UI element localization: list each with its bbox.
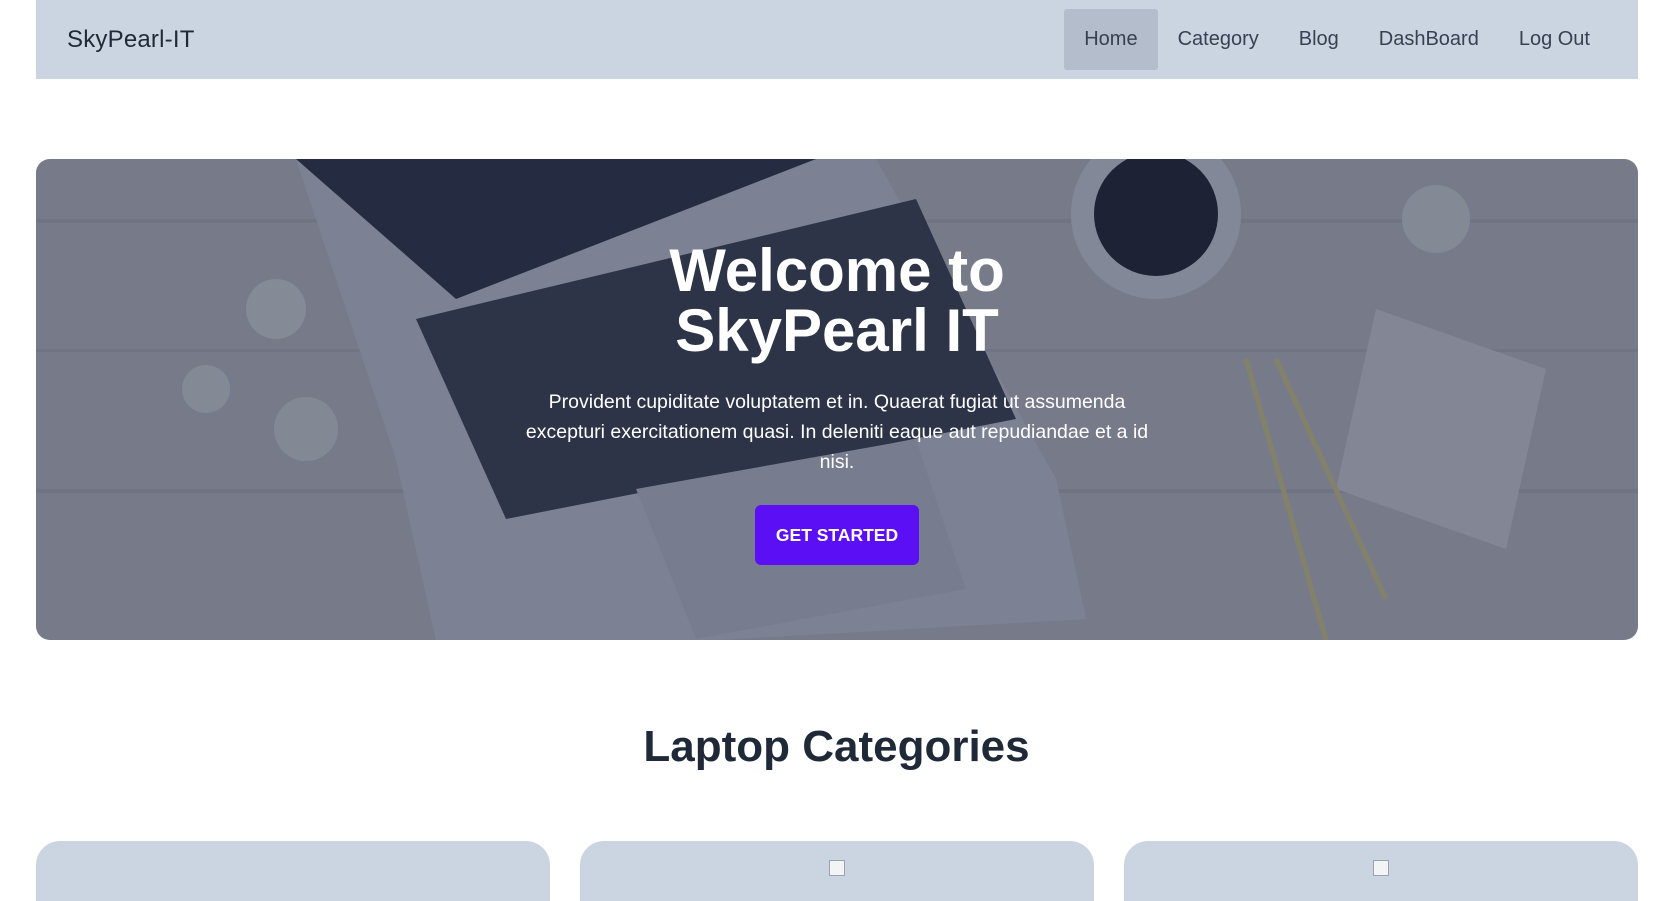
broken-image-icon bbox=[829, 860, 845, 876]
hero-banner: Welcome to SkyPearl IT Provident cupidit… bbox=[36, 159, 1638, 640]
get-started-button[interactable]: GET STARTED bbox=[754, 505, 920, 565]
brand-logo-text[interactable]: SkyPearl-IT bbox=[67, 26, 195, 54]
broken-image-icon bbox=[1373, 860, 1389, 876]
category-card[interactable] bbox=[36, 841, 550, 901]
nav-item-logout[interactable]: Log Out bbox=[1499, 9, 1610, 70]
nav-item-category[interactable]: Category bbox=[1158, 9, 1279, 70]
nav-item-home[interactable]: Home bbox=[1064, 9, 1158, 70]
nav-item-blog[interactable]: Blog bbox=[1279, 9, 1359, 70]
hero-title: Welcome to SkyPearl IT bbox=[627, 241, 1047, 361]
navbar: SkyPearl-IT Home Category Blog DashBoard… bbox=[36, 0, 1638, 79]
nav-menu: Home Category Blog DashBoard Log Out bbox=[1064, 0, 1610, 79]
category-card[interactable] bbox=[1124, 841, 1638, 901]
category-card[interactable] bbox=[580, 841, 1094, 901]
hero-content: Welcome to SkyPearl IT Provident cupidit… bbox=[36, 241, 1638, 565]
hero-title-line-1: Welcome to bbox=[669, 237, 1005, 304]
section-title-laptop-categories: Laptop Categories bbox=[643, 722, 1030, 771]
hero-title-line-2: SkyPearl IT bbox=[675, 297, 999, 364]
hero-description: Provident cupiditate voluptatem et in. Q… bbox=[525, 391, 1149, 473]
nav-item-dashboard[interactable]: DashBoard bbox=[1359, 9, 1499, 70]
